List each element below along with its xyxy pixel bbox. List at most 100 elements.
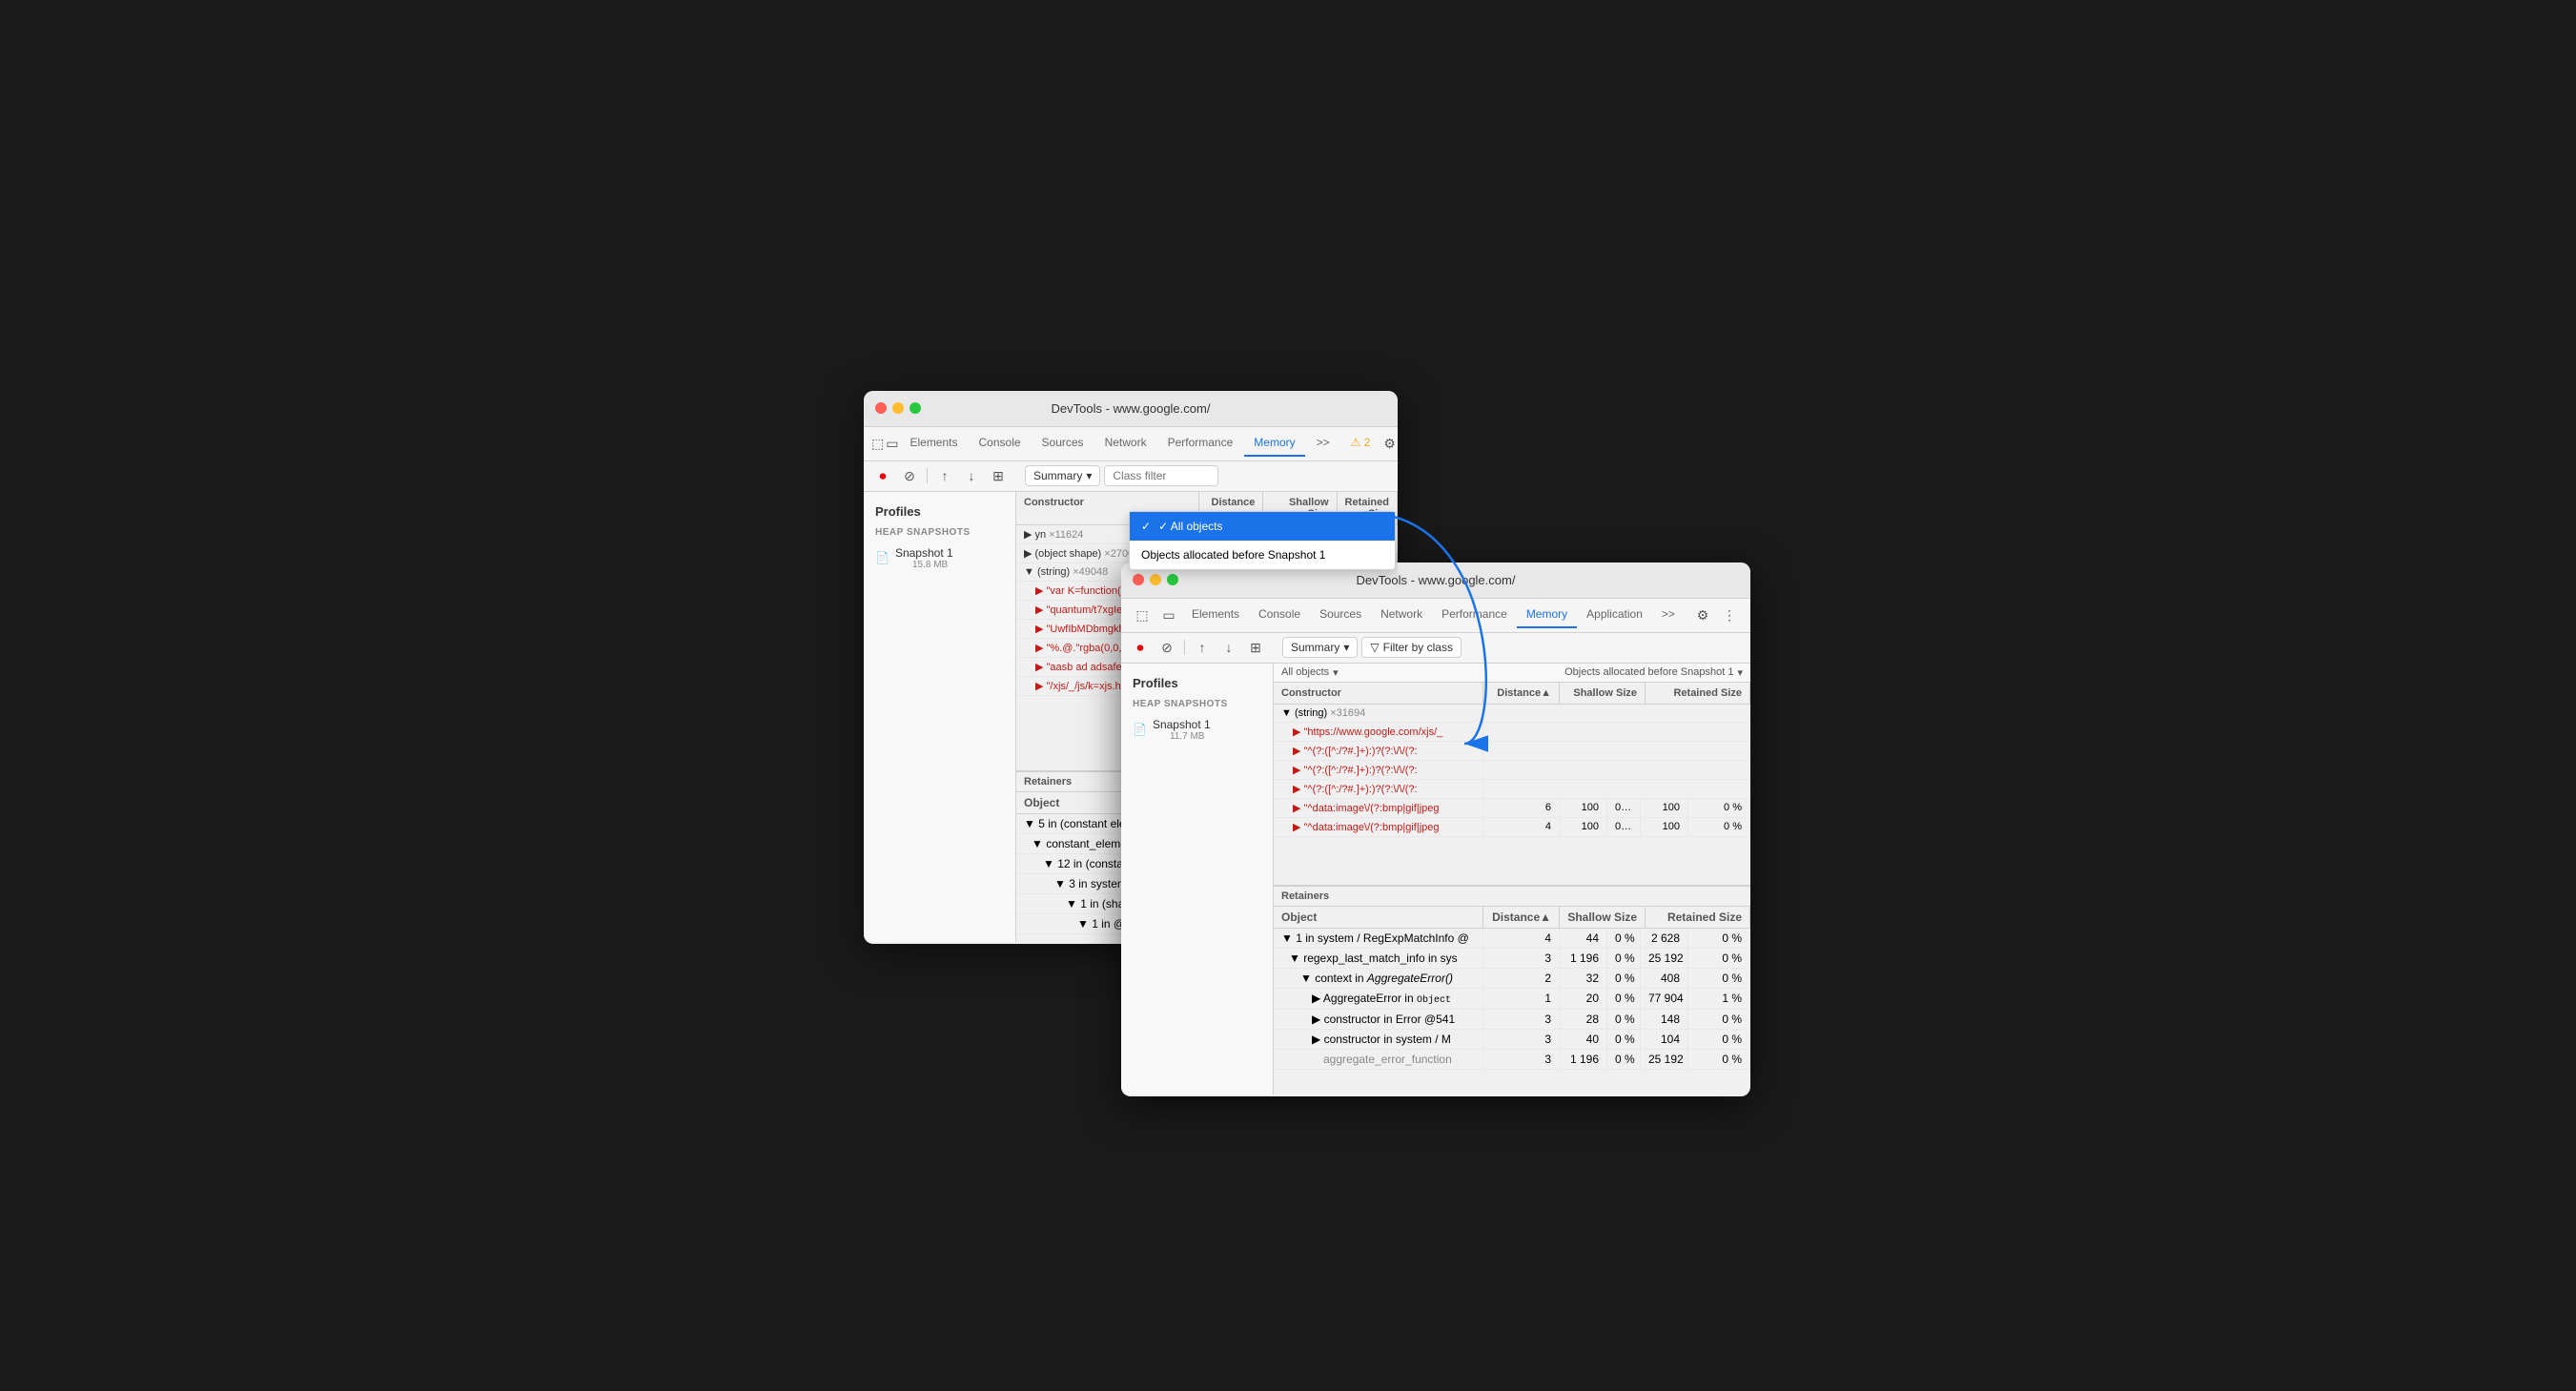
upload-icon[interactable]: ↑	[933, 464, 956, 487]
ret-td-shallow-pct: 0 %	[1607, 1010, 1641, 1029]
settings-icon-bg[interactable]: ⚙	[1383, 430, 1396, 457]
device-icon[interactable]: ▭	[886, 430, 898, 457]
collect-icon[interactable]: ⊞	[987, 464, 1010, 487]
ret-row[interactable]: ▼ regexp_last_match_info in sys 3 1 196 …	[1274, 949, 1750, 969]
snapshot1-size-bg: 15.8 MB	[912, 560, 953, 570]
close-btn-bg[interactable]	[875, 402, 887, 414]
td-constructor: ▶ "https://www.google.com/xjs/_	[1274, 723, 1483, 741]
snapshot1-item-fg[interactable]: 📄 Snapshot 1 11.7 MB	[1121, 713, 1273, 747]
checkmark-icon: ✓	[1141, 520, 1151, 533]
inspect-icon-fg[interactable]: ⬚	[1129, 602, 1155, 628]
profiles-label-fg: Profiles	[1121, 671, 1273, 695]
table-row[interactable]: ▶ "^data:image\/(?:bmp|gif|jpeg 4 100 0 …	[1274, 818, 1750, 837]
ret-row[interactable]: aggregate_error_function 3 1 196 0 % 25 …	[1274, 1050, 1750, 1070]
window-title-fg: DevTools - www.google.com/	[1357, 573, 1516, 587]
dropdown-item-all-objects-bg[interactable]: ✓ ✓ All objects	[1130, 512, 1395, 541]
upload-icon-fg[interactable]: ↑	[1191, 636, 1214, 659]
tab-more-fg[interactable]: >>	[1652, 602, 1685, 628]
record-icon-fg[interactable]: ⏺	[1129, 636, 1152, 659]
ret-td-retained-pct: 0 %	[1688, 949, 1750, 968]
td-constructor: ▶ "^(?:([^:/?#.]+):)?(?:\/\/(?:	[1274, 780, 1483, 798]
download-icon[interactable]: ↓	[960, 464, 983, 487]
maximize-btn-bg[interactable]	[910, 402, 921, 414]
filter-label-fg: Filter by class	[1383, 641, 1453, 654]
td-distance: 6	[1483, 799, 1560, 817]
clear-icon[interactable]: ⊘	[898, 464, 921, 487]
ret-td-distance: 3	[1483, 949, 1560, 968]
ret-row[interactable]: ▶ constructor in system / M 3 40 0 % 104…	[1274, 1030, 1750, 1050]
devtools-window-fg: DevTools - www.google.com/ ⬚ ▭ Elements …	[1121, 563, 1750, 1096]
tab-warning-bg[interactable]: ⚠ 2	[1341, 430, 1380, 457]
ret-td-retained: 408	[1641, 969, 1688, 988]
ret-td-shallow-pct: 0 %	[1607, 929, 1641, 948]
tab-memory-fg[interactable]: Memory	[1517, 602, 1577, 628]
td-shallow: 100	[1560, 818, 1607, 836]
dropdown-item-before-snapshot-bg[interactable]: Objects allocated before Snapshot 1	[1130, 541, 1395, 569]
tab-application-fg[interactable]: Application	[1577, 602, 1652, 628]
summary-label-bg: Summary	[1033, 469, 1082, 482]
ret-td-shallow: 44	[1560, 929, 1607, 948]
tab-network-bg[interactable]: Network	[1095, 430, 1156, 457]
window-title-bg: DevTools - www.google.com/	[1052, 401, 1211, 416]
clear-icon-fg[interactable]: ⊘	[1155, 636, 1178, 659]
ret-row[interactable]: ▼ context in AggregateError() 2 32 0 % 4…	[1274, 969, 1750, 989]
snapshot1-label-fg: Snapshot 1	[1153, 718, 1211, 731]
ret-row[interactable]: ▼ 1 in system / RegExpMatchInfo @ 4 44 0…	[1274, 929, 1750, 949]
settings-icon-fg[interactable]: ⚙	[1689, 602, 1716, 628]
record-icon[interactable]: ⏺	[871, 464, 894, 487]
tab-elements-fg[interactable]: Elements	[1182, 602, 1249, 628]
ret-td-retained-pct: 0 %	[1688, 969, 1750, 988]
snapshot1-size-fg: 11.7 MB	[1170, 731, 1211, 742]
tab-performance-fg[interactable]: Performance	[1432, 602, 1517, 628]
table-row[interactable]: ▼ (string) ×31694	[1274, 705, 1750, 723]
tab-network-fg[interactable]: Network	[1371, 602, 1432, 628]
tab-console-fg[interactable]: Console	[1249, 602, 1310, 628]
tab-elements-bg[interactable]: Elements	[900, 430, 967, 457]
ret-row[interactable]: ▶ AggregateError in Object 1 20 0 % 77 9…	[1274, 989, 1750, 1010]
tab-memory-bg[interactable]: Memory	[1244, 430, 1304, 457]
td-constructor: ▶ "^data:image\/(?:bmp|gif|jpeg	[1274, 818, 1483, 836]
minimize-btn-bg[interactable]	[892, 402, 904, 414]
ret-td-distance: 1	[1483, 989, 1560, 1009]
all-objects-label: All objects	[1281, 666, 1329, 678]
td-retained-pct: 0 %	[1688, 818, 1750, 836]
tab-sources-fg[interactable]: Sources	[1310, 602, 1371, 628]
dropdown-overlay-bg[interactable]: ✓ ✓ All objects Objects allocated before…	[1129, 511, 1396, 570]
table-row[interactable]: ▶ "https://www.google.com/xjs/_	[1274, 723, 1750, 742]
filter-icon-fg: ▽	[1370, 641, 1379, 654]
filter-btn-fg[interactable]: ▽ Filter by class	[1361, 637, 1462, 658]
class-filter-bg[interactable]	[1104, 465, 1218, 486]
snapshot1-item-bg[interactable]: 📄 Snapshot 1 15.8 MB	[864, 542, 1015, 575]
summary-dropdown-bg[interactable]: Summary ▾	[1025, 465, 1100, 486]
minimize-btn-fg[interactable]	[1150, 574, 1161, 585]
table-row[interactable]: ▶ "^(?:([^:/?#.]+):)?(?:\/\/(?:	[1274, 780, 1750, 799]
table-body-fg: ▼ (string) ×31694 ▶ "https://www.google.…	[1274, 705, 1750, 885]
tab-more-bg[interactable]: >>	[1307, 430, 1339, 457]
ret-td-retained-pct: 0 %	[1688, 1030, 1750, 1049]
device-icon-fg[interactable]: ▭	[1155, 602, 1182, 628]
th-constructor-fg: Constructor	[1274, 683, 1483, 704]
all-objects-chevron[interactable]: ▾	[1333, 666, 1339, 679]
more-icon-fg[interactable]: ⋮	[1716, 602, 1743, 628]
download-icon-fg[interactable]: ↓	[1217, 636, 1240, 659]
table-row[interactable]: ▶ "^(?:([^:/?#.]+):)?(?:\/\/(?:	[1274, 742, 1750, 761]
collect-icon-fg[interactable]: ⊞	[1244, 636, 1267, 659]
ret-td-retained-pct: 1 %	[1688, 989, 1750, 1009]
close-btn-fg[interactable]	[1133, 574, 1144, 585]
summary-dropdown-fg[interactable]: Summary ▾	[1282, 637, 1358, 658]
heap-snapshots-title-bg: HEAP SNAPSHOTS	[864, 523, 1015, 542]
retainers-title-fg: Retainers	[1274, 887, 1750, 907]
ret-th-object-fg: Object	[1274, 907, 1483, 928]
ret-td-shallow-pct: 0 %	[1607, 969, 1641, 988]
table-row[interactable]: ▶ "^data:image\/(?:bmp|gif|jpeg 6 100 0 …	[1274, 799, 1750, 818]
maximize-btn-fg[interactable]	[1167, 574, 1178, 585]
tab-sources-bg[interactable]: Sources	[1032, 430, 1094, 457]
table-row[interactable]: ▶ "^(?:([^:/?#.]+):)?(?:\/\/(?:	[1274, 761, 1750, 780]
tab-console-bg[interactable]: Console	[970, 430, 1031, 457]
secondary-dropdown-chevron[interactable]: ▾	[1737, 666, 1743, 679]
ret-table-header-fg: Object Distance▲ Shallow Size Retained S…	[1274, 907, 1750, 929]
ret-row[interactable]: ▶ constructor in Error @541 3 28 0 % 148…	[1274, 1010, 1750, 1030]
inspect-icon[interactable]: ⬚	[871, 430, 884, 457]
dropdown-arrow-bg: ▾	[1086, 469, 1092, 482]
tab-performance-bg[interactable]: Performance	[1158, 430, 1243, 457]
